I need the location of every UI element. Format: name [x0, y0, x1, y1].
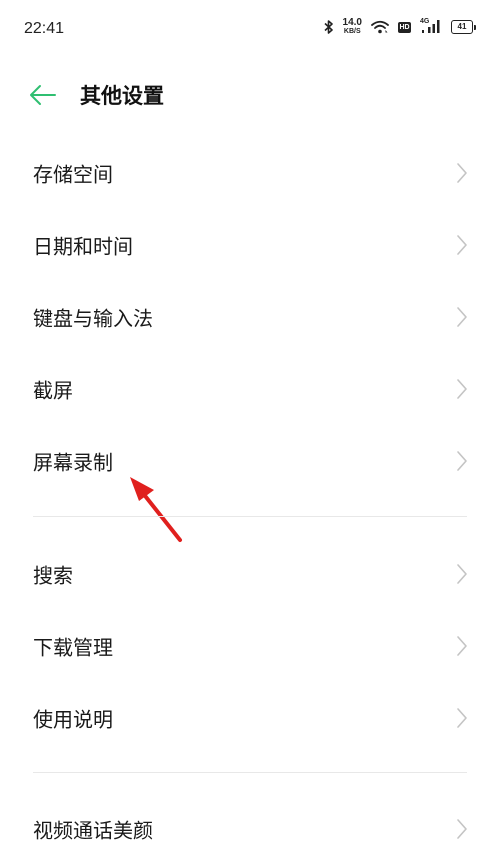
wifi-icon [371, 20, 389, 34]
status-icons: 14.0 KB/S HD 4G 41 [323, 18, 476, 36]
divider [33, 772, 467, 773]
menu-item-label: 存储空间 [33, 162, 113, 187]
menu-item-screen-recording[interactable]: 屏幕录制 [0, 425, 500, 497]
network-speed-unit: KB/S [343, 28, 361, 35]
menu-item-date-time[interactable]: 日期和时间 [0, 209, 500, 281]
menu-item-screenshot[interactable]: 截屏 [0, 353, 500, 425]
menu-item-label: 键盘与输入法 [33, 306, 153, 331]
divider [33, 516, 467, 517]
chevron-right-icon [457, 636, 467, 656]
menu-item-video-call-beauty[interactable]: 视频通话美颜 [0, 793, 500, 865]
menu-item-download-manager[interactable]: 下载管理 [0, 610, 500, 682]
menu-item-label: 使用说明 [33, 707, 113, 732]
menu-item-user-guide[interactable]: 使用说明 [0, 682, 500, 754]
arrow-left-icon[interactable] [28, 82, 58, 108]
chevron-right-icon [457, 163, 467, 183]
bluetooth-icon [323, 20, 333, 34]
chevron-right-icon [457, 451, 467, 471]
status-time: 22:41 [24, 20, 65, 37]
menu-item-label: 下载管理 [33, 635, 113, 660]
chevron-right-icon [457, 564, 467, 584]
page-title: 其他设置 [80, 84, 164, 108]
battery-icon: 41 [451, 20, 476, 34]
chevron-right-icon [457, 708, 467, 728]
menu-item-storage[interactable]: 存储空间 [0, 137, 500, 209]
menu-item-label: 截屏 [33, 378, 73, 403]
header: 其他设置 [0, 70, 500, 120]
chevron-right-icon [457, 307, 467, 327]
hd-icon: HD [398, 21, 411, 33]
status-bar: 22:41 14.0 KB/S HD 4G 41 [0, 0, 500, 60]
menu-item-keyboard-input[interactable]: 键盘与输入法 [0, 281, 500, 353]
menu-item-label: 视频通话美颜 [33, 818, 153, 843]
network-speed: 14.0 KB/S [343, 18, 362, 36]
chevron-right-icon [457, 819, 467, 839]
chevron-right-icon [457, 379, 467, 399]
menu-item-label: 屏幕录制 [33, 450, 113, 475]
chevron-right-icon [457, 235, 467, 255]
menu-item-label: 日期和时间 [33, 234, 133, 259]
annotation-arrow-icon [130, 477, 182, 542]
menu-item-label: 搜索 [33, 563, 73, 588]
battery-level: 41 [451, 20, 473, 34]
menu-item-search[interactable]: 搜索 [0, 538, 500, 610]
signal-icon: 4G [420, 18, 442, 35]
network-speed-value: 14.0 [342, 17, 362, 28]
